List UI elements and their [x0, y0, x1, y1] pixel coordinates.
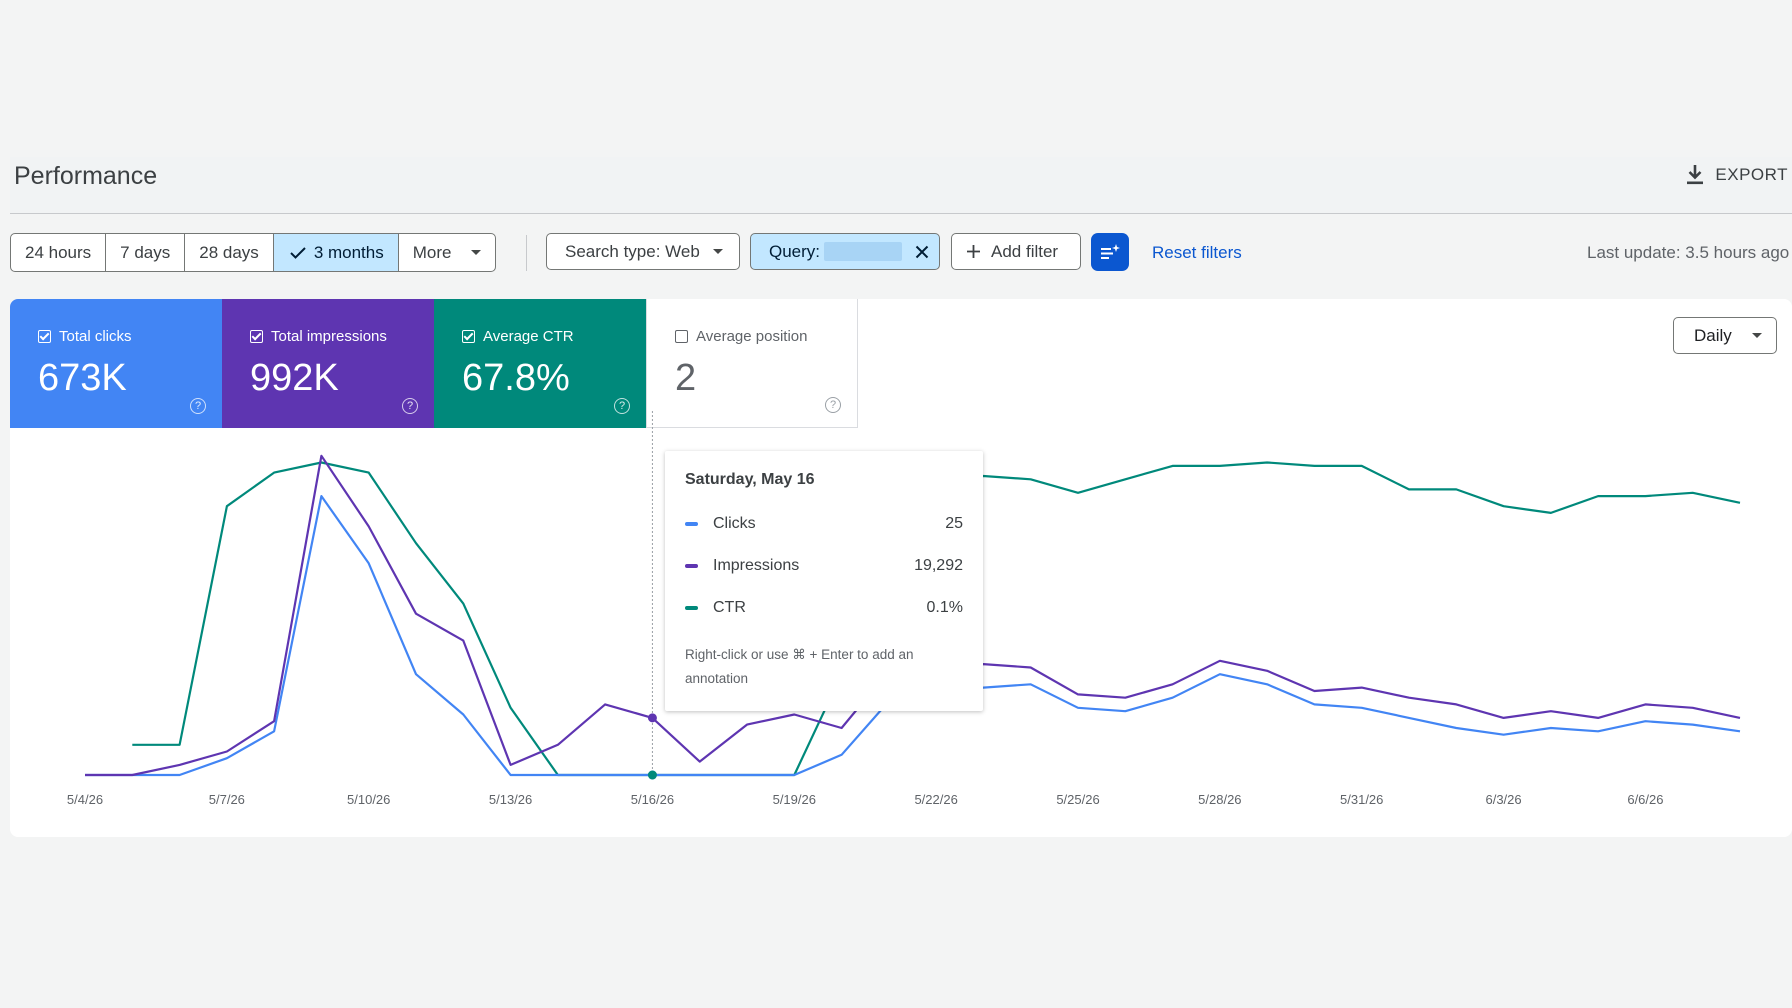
tooltip-row-ctr: CTR 0.1% [685, 599, 963, 617]
x-tick-label: 5/16/26 [631, 792, 674, 807]
add-filter-button[interactable]: Add filter [951, 233, 1081, 270]
export-label: EXPORT [1715, 165, 1788, 184]
range-label: 7 days [120, 242, 171, 262]
x-tick-label: 5/25/26 [1056, 792, 1099, 807]
x-tick-label: 5/10/26 [347, 792, 390, 807]
search-type-filter[interactable]: Search type: Web [546, 233, 740, 270]
legend-swatch [685, 564, 698, 568]
range-label: More [412, 242, 452, 262]
query-label: Query: [769, 241, 821, 261]
x-tick-label: 5/28/26 [1198, 792, 1241, 807]
tooltip-row-clicks: Clicks 25 [685, 515, 963, 533]
highlight-point-ctr [647, 770, 657, 780]
tooltip-date: Saturday, May 16 [685, 471, 815, 488]
close-icon[interactable] [915, 245, 929, 259]
x-tick-label: 6/3/26 [1485, 792, 1521, 807]
caret-down-icon [471, 250, 482, 255]
query-value-redacted [824, 242, 903, 261]
legend-swatch [685, 522, 698, 526]
performance-chart-card: Total clicks 673K ? Total impressions 99… [10, 299, 1792, 837]
x-tick-label: 5/13/26 [489, 792, 532, 807]
range-7-days[interactable]: 7 days [106, 234, 186, 271]
x-tick-label: 5/7/26 [209, 792, 245, 807]
last-update-text: Last update: 3.5 hours ago [1587, 243, 1790, 262]
header-band [10, 157, 1792, 213]
range-label: 3 months [313, 242, 384, 262]
search-type-label: Search type: Web [565, 241, 700, 261]
page-title: Performance [14, 162, 158, 190]
range-24-hours[interactable]: 24 hours [11, 234, 107, 271]
plus-icon [967, 245, 980, 258]
range-label: 28 days [199, 242, 259, 262]
x-tick-label: 6/6/26 [1627, 792, 1663, 807]
range-28-days[interactable]: 28 days [185, 234, 274, 271]
tooltip-series-name: CTR [713, 599, 746, 616]
highlight-point-impressions [647, 713, 657, 723]
x-tick-label: 5/4/26 [67, 792, 103, 807]
legend-swatch [685, 606, 698, 610]
x-tick-label: 5/31/26 [1340, 792, 1383, 807]
filter-sparkle-icon [1101, 244, 1120, 259]
chart-tooltip: Saturday, May 16 Clicks 25 Impressions 1… [665, 451, 983, 711]
check-icon [290, 246, 306, 259]
range-3-months[interactable]: 3 months [273, 234, 399, 271]
tooltip-series-value: 0.1% [926, 599, 963, 616]
x-tick-label: 5/22/26 [914, 792, 957, 807]
filter-separator [526, 235, 527, 271]
tooltip-annotation-hint: Right-click or use ⌘ + Enter to add an a… [685, 647, 914, 686]
tooltip-series-value: 19,292 [914, 557, 963, 574]
x-tick-label: 5/19/26 [773, 792, 816, 807]
export-button[interactable]: EXPORT [1685, 164, 1788, 186]
range-more-dropdown[interactable]: More [399, 234, 496, 271]
header-divider [10, 213, 1792, 214]
query-filter-chip[interactable]: Query: [750, 233, 940, 270]
tooltip-series-name: Impressions [713, 557, 800, 574]
tooltip-row-impressions: Impressions 19,292 [685, 557, 963, 575]
range-label: 24 hours [25, 242, 92, 262]
date-range-selector: 24 hours 7 days 28 days 3 months More [10, 233, 497, 272]
reset-filters-link[interactable]: Reset filters [1152, 243, 1242, 263]
filter-settings-button[interactable] [1091, 233, 1129, 271]
tooltip-series-name: Clicks [713, 515, 756, 532]
caret-down-icon [713, 249, 723, 254]
add-filter-label: Add filter [991, 241, 1059, 261]
download-icon [1687, 165, 1704, 185]
tooltip-series-value: 25 [945, 515, 963, 532]
